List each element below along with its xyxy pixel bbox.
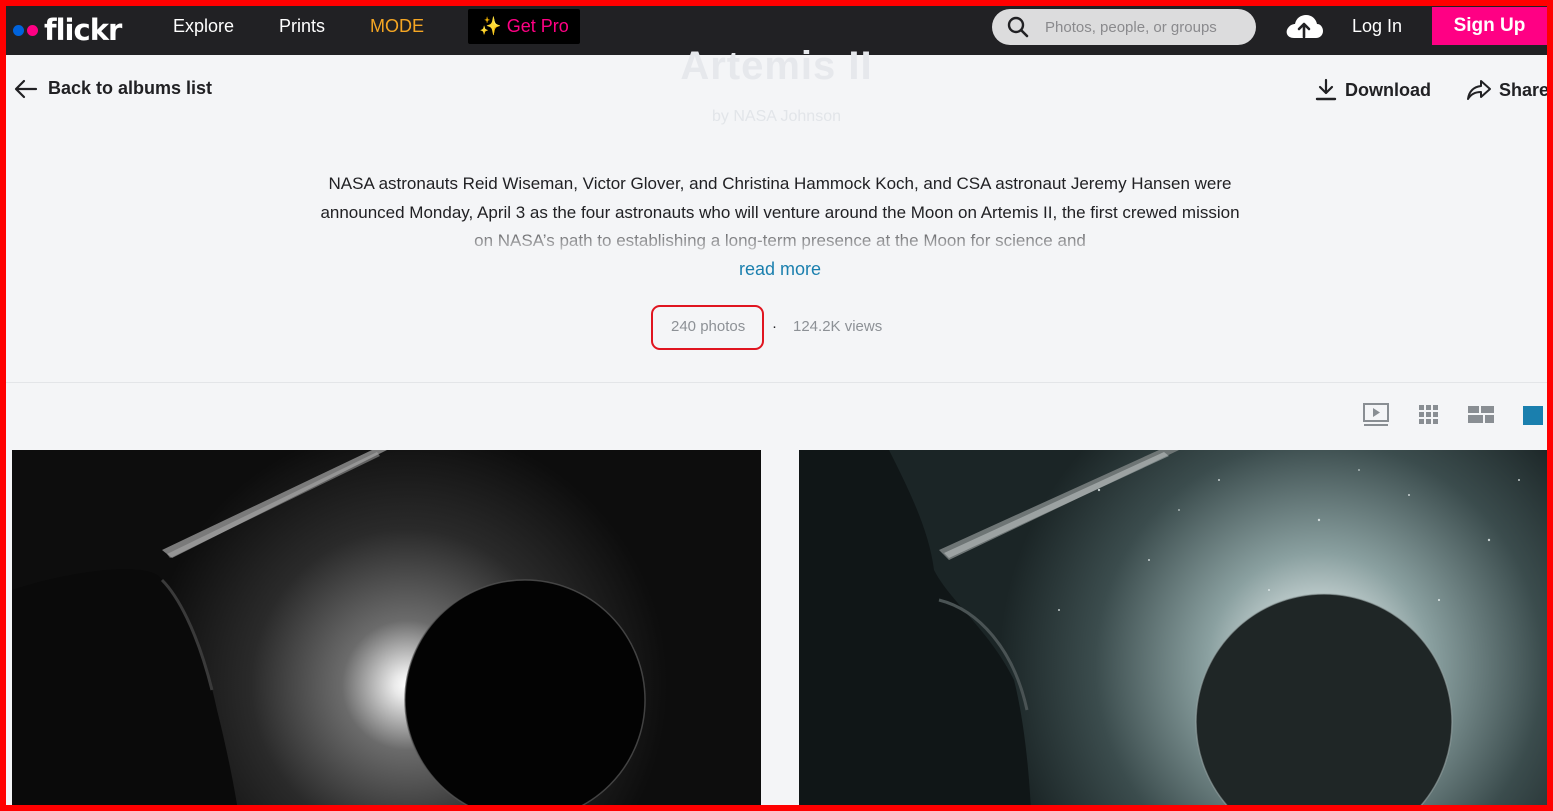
grid-icon[interactable] xyxy=(1418,402,1440,431)
search-input[interactable] xyxy=(1043,17,1247,37)
logo-text: flickr xyxy=(44,13,122,47)
share-label: Share xyxy=(1499,79,1550,100)
login-link[interactable]: Log In xyxy=(1352,6,1402,47)
back-to-albums-link[interactable]: Back to albums list xyxy=(14,78,212,99)
album-owner[interactable]: by NASA Johnson xyxy=(0,108,1553,126)
photo-image xyxy=(12,450,761,811)
photo-count-highlight xyxy=(651,305,764,350)
photo-tile[interactable] xyxy=(12,450,761,811)
get-pro-label: Get Pro xyxy=(506,16,569,36)
photo-image xyxy=(799,450,1548,811)
stats-separator: · xyxy=(772,318,777,335)
share-button[interactable]: Share xyxy=(1466,78,1549,102)
photo-tile[interactable] xyxy=(799,450,1548,811)
download-button[interactable]: Download xyxy=(1315,78,1431,102)
search-icon[interactable] xyxy=(1007,16,1029,38)
view-count: 124.2K views xyxy=(793,318,883,335)
divider xyxy=(6,382,1547,383)
back-label: Back to albums list xyxy=(48,78,213,98)
arrow-left-icon xyxy=(14,79,38,98)
search-box xyxy=(992,9,1256,45)
download-label: Download xyxy=(1345,79,1431,100)
logo-dots-icon xyxy=(13,24,38,36)
download-icon xyxy=(1315,78,1337,101)
description-fade xyxy=(312,228,1248,254)
cloud-upload-icon[interactable] xyxy=(1284,12,1324,47)
signup-button[interactable]: Sign Up xyxy=(1432,7,1547,45)
share-arrow-icon xyxy=(1467,80,1491,100)
get-pro-button[interactable]: ✨ Get Pro xyxy=(468,9,580,44)
single-icon[interactable] xyxy=(1522,402,1544,431)
read-more-link[interactable]: read more xyxy=(0,259,1553,280)
sparkle-icon: ✨ xyxy=(479,16,502,36)
justified-icon[interactable] xyxy=(1467,402,1495,431)
slideshow-icon[interactable] xyxy=(1362,402,1390,433)
